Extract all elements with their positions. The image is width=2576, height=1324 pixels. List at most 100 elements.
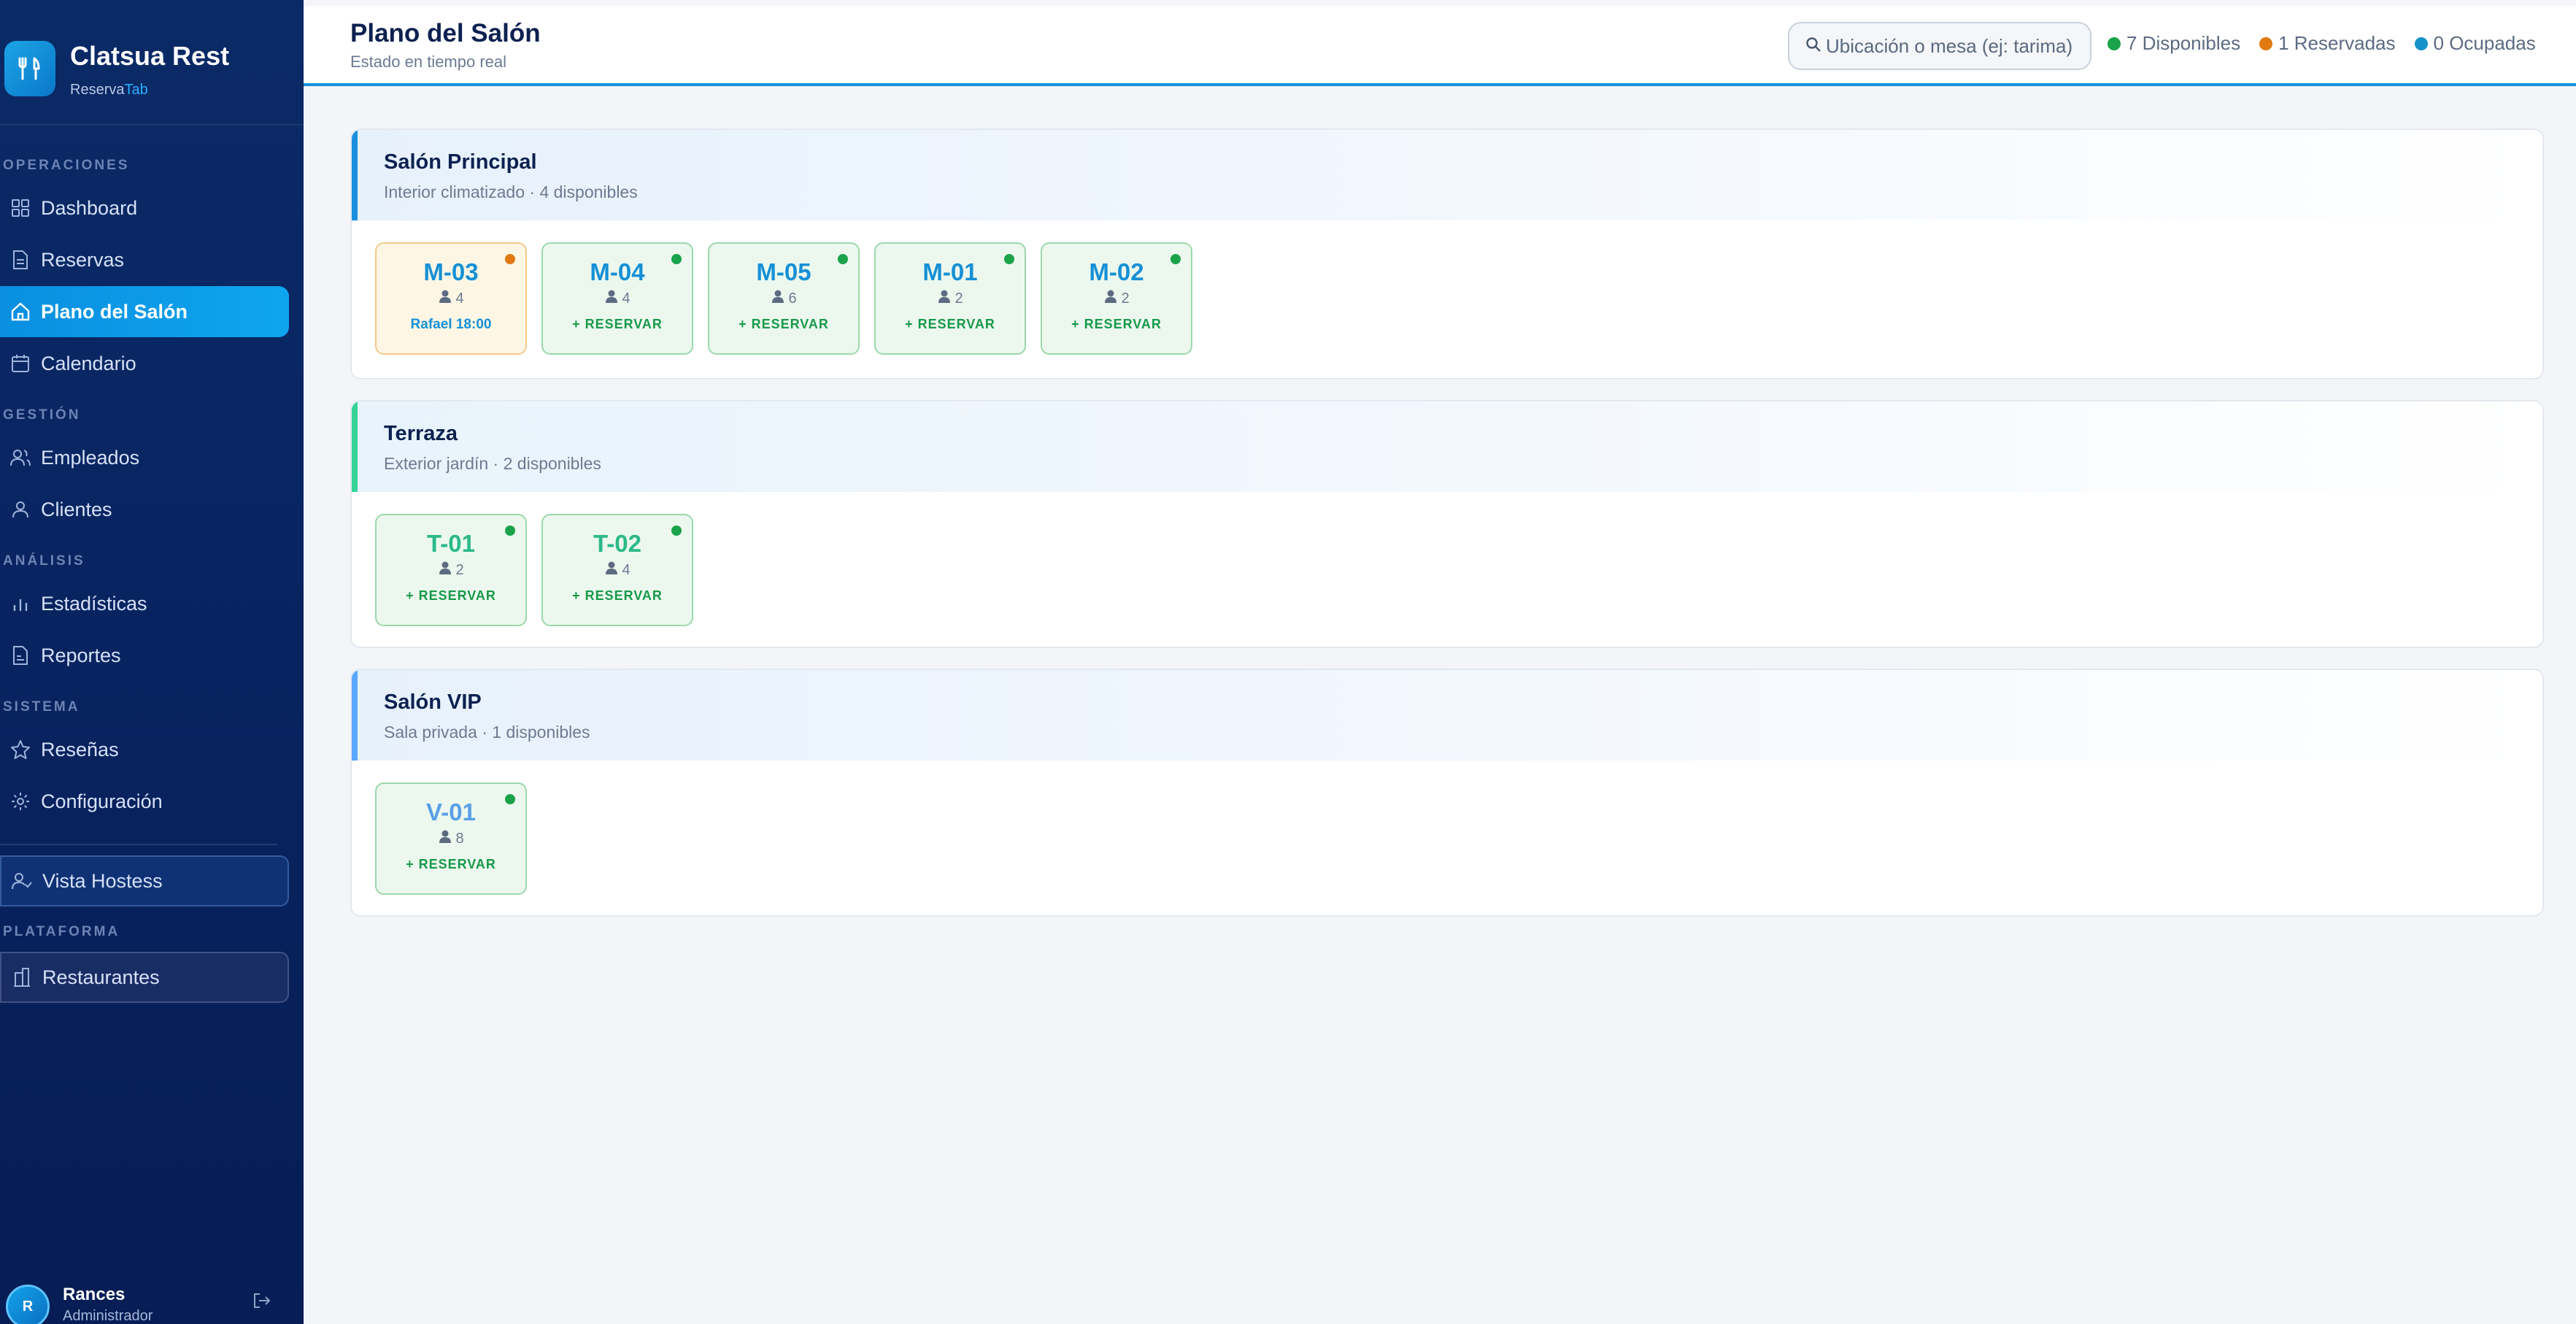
zone-description: Sala privada · 1 disponibles bbox=[384, 723, 590, 742]
reserve-button[interactable]: + RESERVAR bbox=[543, 317, 692, 332]
user-check-icon bbox=[1, 871, 42, 890]
nav-dashboard[interactable]: Dashboard bbox=[0, 182, 289, 234]
zone-name: Salón Principal bbox=[384, 150, 537, 174]
table-capacity-value: 2 bbox=[1121, 290, 1130, 307]
nav-hostess-label: Vista Hostess bbox=[42, 869, 163, 892]
person-icon bbox=[937, 289, 952, 308]
table-grid: V-01 8 + RESERVAR bbox=[352, 761, 2542, 904]
app-name: Clatsua Rest bbox=[70, 41, 230, 71]
table-grid: T-01 2 + RESERVAR T-02 4 + RESERVAR bbox=[352, 492, 2542, 635]
user-name: Rances bbox=[63, 1285, 126, 1304]
bar-chart-icon bbox=[0, 595, 41, 612]
section-sistema: SISTEMA bbox=[3, 699, 80, 715]
nav-configuracion[interactable]: Configuración bbox=[0, 776, 289, 827]
nav-restaurantes-label: Restaurantes bbox=[42, 966, 160, 988]
top-header: Plano del Salón Estado en tiempo real 7 … bbox=[304, 6, 2576, 86]
nav-empleados[interactable]: Empleados bbox=[0, 432, 289, 483]
table-capacity-value: 4 bbox=[622, 290, 630, 307]
table-id: M-03 bbox=[423, 258, 479, 285]
available-status-dot bbox=[671, 254, 682, 264]
nav-plano-del-salon[interactable]: Plano del Salón bbox=[0, 286, 289, 337]
occupied-dot-icon bbox=[2414, 36, 2428, 50]
nav-clientes[interactable]: Clientes bbox=[0, 484, 289, 535]
reserve-button[interactable]: + RESERVAR bbox=[543, 588, 692, 604]
table-id: V-01 bbox=[426, 798, 476, 825]
restaurant-logo-icon[interactable] bbox=[4, 41, 55, 96]
available-status-dot bbox=[1004, 254, 1014, 264]
table-capacity-value: 2 bbox=[955, 290, 963, 307]
nav-reservas-label: Reservas bbox=[41, 248, 125, 271]
section-gestion: GESTIÓN bbox=[3, 407, 81, 423]
nav-reservas[interactable]: Reservas bbox=[0, 234, 289, 285]
zone-header: Terraza Exterior jardín · 2 disponibles bbox=[352, 401, 2542, 492]
nav-empleados-label: Empleados bbox=[41, 446, 140, 469]
star-icon bbox=[0, 739, 41, 760]
zone-header: Salón VIP Sala privada · 1 disponibles bbox=[352, 670, 2542, 761]
nav-clientes-label: Clientes bbox=[41, 498, 112, 520]
status-reservadas: 1 Reservadas bbox=[2259, 32, 2396, 55]
user-icon bbox=[0, 500, 41, 519]
nav-estadisticas-label: Estadísticas bbox=[41, 592, 147, 615]
app-subtitle-accent: Tab bbox=[124, 82, 148, 98]
table-id: T-02 bbox=[593, 530, 642, 557]
section-plataforma: PLATAFORMA bbox=[3, 924, 120, 939]
reserved-dot-icon bbox=[2259, 36, 2273, 50]
reserve-button[interactable]: + RESERVAR bbox=[1042, 317, 1191, 332]
avatar[interactable]: R bbox=[6, 1285, 50, 1324]
table-capacity-value: 8 bbox=[455, 830, 464, 847]
table-card-m-03[interactable]: M-03 4 Rafael 18:00 bbox=[375, 242, 527, 355]
search-box[interactable] bbox=[1788, 22, 2091, 70]
search-icon bbox=[1805, 36, 1821, 56]
status-reservadas-label: 1 Reservadas bbox=[2278, 32, 2396, 54]
nav-estadisticas[interactable]: Estadísticas bbox=[0, 578, 289, 629]
page-subtitle: Estado en tiempo real bbox=[350, 53, 507, 71]
table-capacity: 2 bbox=[876, 289, 1025, 308]
zone-salon-vip: Salón VIP Sala privada · 1 disponibles V… bbox=[350, 669, 2544, 917]
table-capacity: 4 bbox=[543, 289, 692, 308]
search-input[interactable] bbox=[1826, 34, 2074, 58]
table-card-m-01[interactable]: M-01 2 + RESERVAR bbox=[874, 242, 1026, 355]
nav-dashboard-label: Dashboard bbox=[41, 196, 138, 219]
logout-icon[interactable] bbox=[252, 1292, 271, 1313]
zone-terraza: Terraza Exterior jardín · 2 disponibles … bbox=[350, 400, 2544, 648]
table-id: M-02 bbox=[1089, 258, 1144, 285]
table-card-t-01[interactable]: T-01 2 + RESERVAR bbox=[375, 514, 527, 626]
available-dot-icon bbox=[2108, 36, 2121, 50]
table-card-m-04[interactable]: M-04 4 + RESERVAR bbox=[541, 242, 693, 355]
app-subtitle: ReservaTab bbox=[70, 82, 148, 99]
grid-icon bbox=[0, 199, 41, 218]
nav-calendario[interactable]: Calendario bbox=[0, 338, 289, 389]
nav-configuracion-label: Configuración bbox=[41, 790, 163, 812]
zone-salon-principal: Salón Principal Interior climatizado · 4… bbox=[350, 128, 2544, 380]
available-status-dot bbox=[671, 526, 682, 536]
status-ocupadas-label: 0 Ocupadas bbox=[2433, 32, 2536, 54]
nav-vista-hostess[interactable]: Vista Hostess bbox=[0, 855, 289, 907]
nav-resenas-label: Reseñas bbox=[41, 738, 119, 761]
table-id: M-05 bbox=[756, 258, 811, 285]
table-card-t-02[interactable]: T-02 4 + RESERVAR bbox=[541, 514, 693, 626]
status-summary: 7 Disponibles 1 Reservadas 0 Ocupadas bbox=[2108, 32, 2536, 55]
reserve-button[interactable]: + RESERVAR bbox=[377, 857, 525, 872]
table-capacity: 2 bbox=[1042, 289, 1191, 308]
status-disponibles-label: 7 Disponibles bbox=[2126, 32, 2241, 54]
table-card-m-05[interactable]: M-05 6 + RESERVAR bbox=[708, 242, 860, 355]
sidebar: Clatsua Rest ReservaTab OPERACIONES Dash… bbox=[0, 0, 304, 1324]
reserve-button[interactable]: + RESERVAR bbox=[876, 317, 1025, 332]
available-status-dot bbox=[838, 254, 848, 264]
nav-resenas[interactable]: Reseñas bbox=[0, 724, 289, 775]
zone-name: Terraza bbox=[384, 422, 458, 445]
nav-plano-label: Plano del Salón bbox=[41, 300, 188, 323]
zone-header: Salón Principal Interior climatizado · 4… bbox=[352, 130, 2542, 220]
available-status-dot bbox=[505, 526, 515, 536]
table-card-m-02[interactable]: M-02 2 + RESERVAR bbox=[1041, 242, 1192, 355]
table-card-v-01[interactable]: V-01 8 + RESERVAR bbox=[375, 782, 527, 895]
reserve-button[interactable]: + RESERVAR bbox=[377, 588, 525, 604]
nav-reportes[interactable]: Reportes bbox=[0, 630, 289, 681]
nav-restaurantes[interactable]: Restaurantes bbox=[0, 952, 289, 1003]
table-id: T-01 bbox=[426, 530, 476, 557]
person-icon bbox=[1103, 289, 1118, 308]
available-status-dot bbox=[1171, 254, 1181, 264]
reserve-button[interactable]: + RESERVAR bbox=[709, 317, 858, 332]
page-title: Plano del Salón bbox=[350, 19, 541, 47]
nav-calendario-label: Calendario bbox=[41, 352, 136, 374]
